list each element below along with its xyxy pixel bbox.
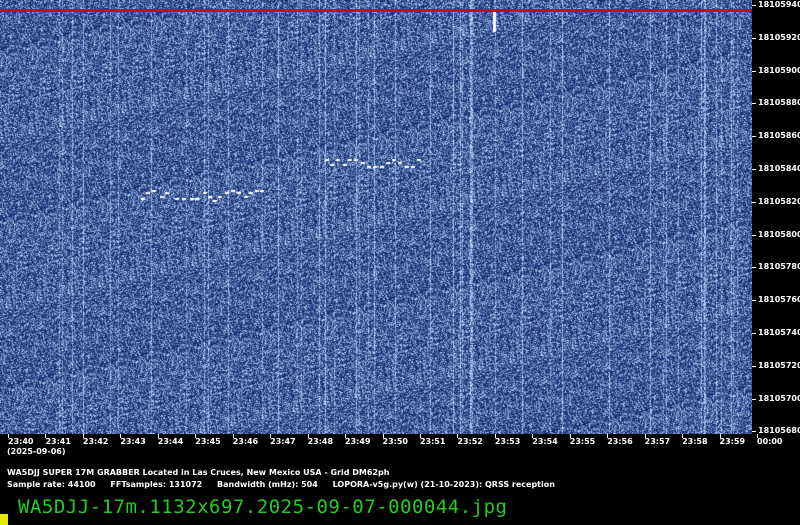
y-tick (752, 5, 756, 6)
y-tick (752, 333, 756, 334)
y-tick (752, 365, 756, 367)
y-tick-label: 18105940 (758, 0, 800, 9)
x-tick-label: 23:42 (82, 437, 109, 446)
y-tick-label: 18105900 (758, 65, 800, 75)
y-tick (752, 70, 756, 72)
x-tick-label: 23:45 (195, 437, 221, 446)
software-version: LOPORA-v5g.py(w) (21-10-2023): QRSS rece… (332, 480, 555, 489)
x-tick-label: 23:43 (120, 437, 146, 446)
y-tick-label: 18105860 (758, 131, 800, 141)
y-tick-label: 18105800 (758, 229, 800, 239)
x-tick-label: 23:58 (682, 437, 708, 446)
x-tick-label: 23:47 (270, 437, 296, 446)
x-tick-label: 23:44 (157, 437, 184, 446)
y-tick-label: 18105880 (758, 98, 800, 108)
settings-info: Sample rate: 44100 FFTsamples: 131072 Ba… (7, 480, 567, 489)
x-tick-label: 23:49 (345, 437, 371, 446)
y-tick (752, 201, 756, 203)
x-tick-label: 23:51 (419, 437, 446, 446)
x-tick-label: 00:00 (757, 437, 783, 446)
y-tick (752, 431, 756, 433)
y-tick-label: 18105740 (758, 328, 800, 337)
date-label: (2025-09-06) (7, 447, 66, 456)
y-tick-label: 18105680 (758, 426, 800, 436)
x-tick-label: 23:46 (232, 437, 259, 446)
x-tick-label: 23:54 (532, 437, 558, 446)
y-tick (752, 103, 756, 105)
y-tick (752, 136, 756, 138)
x-tick-label: 23:52 (457, 437, 483, 446)
x-tick-label: 23:41 (45, 437, 71, 446)
x-tick-label: 23:55 (569, 437, 596, 446)
x-tick-label: 23:40 (8, 437, 34, 446)
x-tick-label: 23:53 (494, 437, 521, 446)
sample-rate: Sample rate: 44100 (7, 480, 96, 489)
filename-caption: WA5DJJ-17m.1132x697.2025-09-07-000044.jp… (18, 496, 508, 518)
x-tick-label: 23:57 (644, 437, 671, 446)
y-tick (752, 300, 756, 302)
y-tick-label: 18105780 (758, 262, 800, 272)
y-tick-label: 18105700 (758, 393, 800, 403)
y-tick-label: 18105820 (758, 196, 800, 206)
fft-samples: FFTsamples: 131072 (110, 480, 203, 489)
x-tick-label: 23:56 (607, 437, 633, 446)
y-tick (752, 169, 756, 170)
x-tick-label: 23:59 (719, 437, 746, 446)
y-tick-label: 18105920 (758, 32, 800, 42)
red-marker-line (0, 9, 752, 12)
y-tick-label: 18105760 (758, 295, 800, 305)
corner-marker (0, 514, 8, 525)
y-tick-label: 18105840 (758, 164, 800, 173)
x-tick-label: 23:50 (382, 437, 408, 446)
bandwidth: Bandwidth (mHz): 504 (217, 480, 318, 489)
y-tick (752, 234, 756, 236)
y-tick-label: 18105720 (758, 360, 800, 370)
x-tick-label: 23:48 (307, 437, 334, 446)
y-tick (752, 398, 756, 400)
waterfall-spectrogram (0, 0, 752, 434)
y-tick (752, 267, 756, 269)
station-info: WA5DJJ SUPER 17M GRABBER Located in Las … (7, 468, 390, 477)
y-tick (752, 37, 756, 39)
